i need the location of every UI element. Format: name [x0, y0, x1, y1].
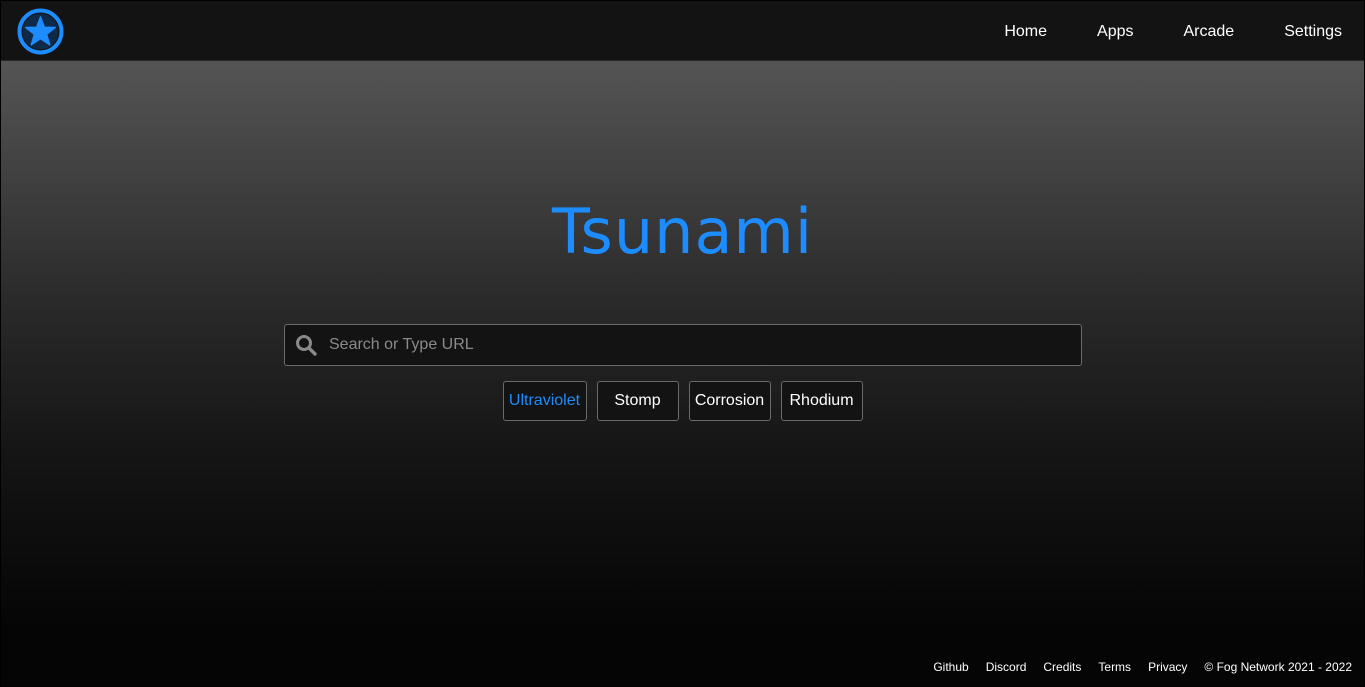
footer: Github Discord Credits Terms Privacy © F…	[916, 660, 1352, 674]
footer-privacy-link[interactable]: Privacy	[1148, 660, 1187, 674]
copyright-text: © Fog Network 2021 - 2022	[1204, 660, 1352, 674]
nav-settings-link[interactable]: Settings	[1284, 22, 1342, 42]
footer-github-link[interactable]: Github	[933, 660, 968, 674]
search-icon	[296, 335, 317, 356]
proxy-rhodium-button[interactable]: Rhodium	[780, 381, 863, 421]
search-bar[interactable]	[284, 324, 1082, 366]
page-title: Tsunami	[551, 195, 814, 268]
footer-discord-link[interactable]: Discord	[986, 660, 1027, 674]
footer-terms-link[interactable]: Terms	[1098, 660, 1131, 674]
star-circle-icon[interactable]	[16, 8, 66, 58]
proxy-stomp-button[interactable]: Stomp	[596, 381, 679, 421]
nav-links: Home Apps Arcade Settings	[976, 1, 1364, 60]
footer-credits-link[interactable]: Credits	[1043, 660, 1081, 674]
page: Home Apps Arcade Settings Tsunami Ultrav…	[0, 0, 1365, 687]
nav-arcade-link[interactable]: Arcade	[1183, 22, 1234, 42]
nav-apps-link[interactable]: Apps	[1097, 22, 1133, 42]
proxy-selector: Ultraviolet Stomp Corrosion Rhodium	[1, 381, 1364, 421]
navbar: Home Apps Arcade Settings	[1, 1, 1364, 61]
search-input[interactable]	[329, 325, 1069, 365]
nav-home-link[interactable]: Home	[1004, 22, 1047, 42]
proxy-ultraviolet-button[interactable]: Ultraviolet	[502, 381, 587, 421]
proxy-corrosion-button[interactable]: Corrosion	[688, 381, 771, 421]
